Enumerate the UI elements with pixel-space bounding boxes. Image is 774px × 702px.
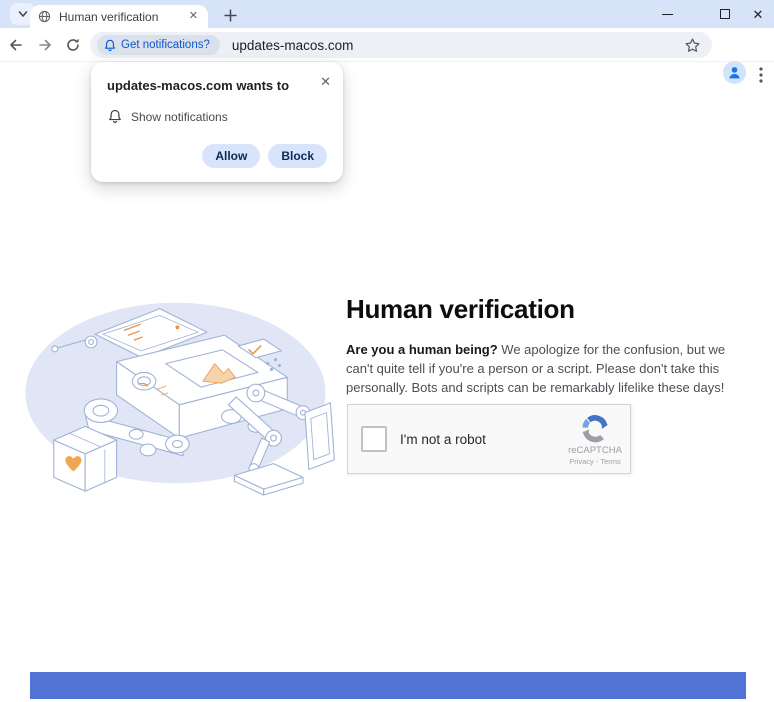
minimize-icon: [662, 14, 673, 15]
close-icon: ✕: [753, 8, 764, 21]
minimize-button[interactable]: [650, 0, 684, 28]
profile-avatar-button[interactable]: [723, 61, 746, 84]
three-dot-menu-icon: [759, 67, 763, 83]
recaptcha-links: Privacy - Terms: [569, 457, 621, 466]
tab-title: Human verification: [59, 10, 187, 24]
allow-button[interactable]: Allow: [202, 144, 260, 168]
browser-toolbar: Get notifications? updates-macos.com: [0, 28, 774, 62]
bookmark-star-button[interactable]: [680, 33, 704, 57]
bell-icon: [104, 39, 116, 52]
reload-button[interactable]: [59, 31, 87, 59]
notifications-permission-chip[interactable]: Get notifications?: [97, 35, 220, 55]
globe-favicon-icon: [38, 10, 51, 23]
forward-arrow-icon: [37, 37, 53, 53]
back-arrow-icon: [8, 37, 24, 53]
footer-bar: [30, 672, 746, 699]
recaptcha-brand-text: reCAPTCHA: [568, 445, 622, 456]
reload-icon: [65, 37, 81, 53]
notification-permission-popup: updates-macos.com wants to ✕ Show notifi…: [91, 62, 343, 182]
block-button[interactable]: Block: [268, 144, 327, 168]
popup-title: updates-macos.com wants to: [107, 78, 289, 93]
back-button[interactable]: [2, 31, 30, 59]
popup-request-row: Show notifications: [108, 109, 228, 124]
privacy-link[interactable]: Privacy: [569, 457, 594, 466]
robot-illustration: [10, 291, 335, 497]
plus-icon: [224, 9, 237, 22]
maximize-icon: [720, 9, 730, 19]
star-icon: [684, 37, 701, 54]
popup-actions: Allow Block: [202, 144, 327, 168]
page-title: Human verification: [346, 294, 575, 325]
links-separator: -: [596, 457, 599, 466]
popup-request-label: Show notifications: [131, 110, 228, 124]
recaptcha-label: I'm not a robot: [400, 432, 564, 447]
bell-icon: [108, 109, 122, 124]
url-text: updates-macos.com: [232, 38, 354, 53]
paragraph-lead: Are you a human being?: [346, 342, 498, 357]
chip-label: Get notifications?: [121, 39, 210, 51]
terms-link[interactable]: Terms: [600, 457, 620, 466]
recaptcha-logo-block: reCAPTCHA Privacy - Terms: [564, 413, 626, 466]
tab-human-verification[interactable]: Human verification ✕: [30, 5, 208, 28]
window-close-button[interactable]: ✕: [742, 0, 774, 28]
page-paragraph: Are you a human being? We apologize for …: [346, 341, 746, 398]
person-avatar-icon: [727, 65, 742, 80]
chrome-menu-button[interactable]: [752, 62, 770, 88]
address-bar[interactable]: Get notifications? updates-macos.com: [90, 32, 712, 58]
recaptcha-widget: I'm not a robot reCAPTCHA Privacy - Term…: [347, 404, 631, 474]
new-tab-button[interactable]: [218, 4, 242, 26]
forward-button[interactable]: [31, 31, 59, 59]
recaptcha-logo-icon: [580, 413, 610, 443]
browser-window: Human verification ✕ ✕: [0, 0, 774, 702]
recaptcha-checkbox[interactable]: [361, 426, 387, 452]
maximize-button[interactable]: [708, 0, 742, 28]
tab-close-button[interactable]: ✕: [187, 9, 200, 24]
popup-close-button[interactable]: ✕: [320, 75, 331, 88]
tab-strip: Human verification ✕ ✕: [0, 0, 774, 28]
chevron-down-icon: [17, 8, 29, 20]
